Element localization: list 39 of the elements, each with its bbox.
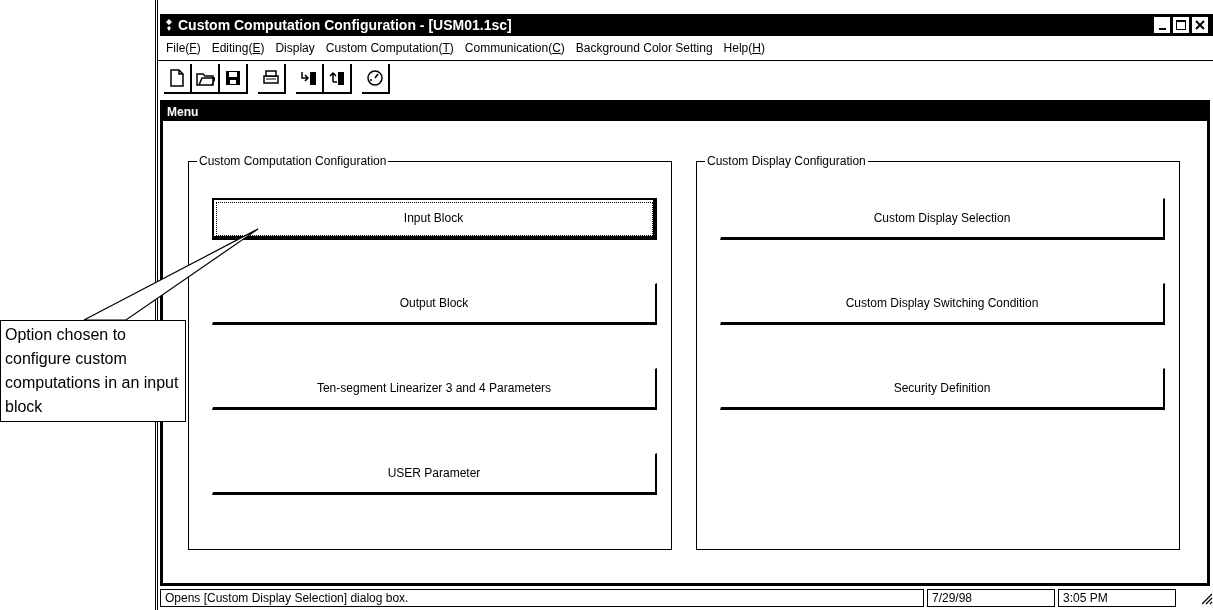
toolbar-button[interactable]: [324, 64, 352, 94]
status-message: Opens [Custom Display Selection] dialog box.: [160, 589, 924, 607]
toolbar-button[interactable]: [258, 64, 286, 94]
menu-option-button[interactable]: USER Parameter: [212, 453, 657, 495]
menu-item[interactable]: Custom Computation(T): [325, 41, 454, 55]
close-button[interactable]: [1191, 16, 1209, 34]
status-date: 7/29/98: [927, 589, 1055, 607]
close-icon: [1195, 20, 1205, 30]
maximize-icon: [1176, 20, 1186, 30]
window-title: Custom Computation Configuration - [USM01.1sc]: [178, 17, 513, 33]
menu-option-button[interactable]: Input Block: [212, 198, 657, 240]
resize-grip-icon[interactable]: [1199, 591, 1213, 605]
menu-option-button[interactable]: Custom Display Selection: [720, 198, 1165, 240]
menu-option-button[interactable]: Custom Display Switching Condition: [720, 283, 1165, 325]
menu-item[interactable]: Editing(E): [211, 41, 265, 55]
status-time: 3:05 PM: [1058, 589, 1176, 607]
toolbar-button[interactable]: [220, 64, 248, 94]
toolbar-button[interactable]: [296, 64, 324, 94]
maximize-button[interactable]: [1172, 16, 1190, 34]
menu-option-button[interactable]: Ten-segment Linearizer 3 and 4 Parameters: [212, 368, 657, 410]
app-icon: [164, 18, 174, 32]
menu-item[interactable]: File(F): [166, 41, 201, 55]
toolbar-button[interactable]: [164, 64, 192, 94]
minimize-icon: [1158, 28, 1166, 30]
group-title: Custom Display Configuration: [705, 154, 868, 168]
menu-item[interactable]: Background Color Setting: [575, 41, 713, 55]
menu-option-button[interactable]: Output Block: [212, 283, 657, 325]
menu-option-button[interactable]: Security Definition: [720, 368, 1165, 410]
minimize-button[interactable]: [1153, 16, 1171, 34]
group-title: Custom Computation Configuration: [197, 154, 389, 168]
dial-icon: [365, 68, 385, 88]
panel-title: Menu: [163, 103, 1207, 121]
menu-item[interactable]: Communication(C): [464, 41, 565, 55]
toolbar-button[interactable]: [192, 64, 220, 94]
callout-text: Option chosen to configure custom computations in an input block: [0, 320, 186, 422]
menu-item[interactable]: Display: [275, 41, 315, 55]
toolbar-button[interactable]: [362, 64, 390, 94]
new-file-icon: [167, 68, 187, 88]
menu-item[interactable]: Help(H): [723, 41, 765, 55]
